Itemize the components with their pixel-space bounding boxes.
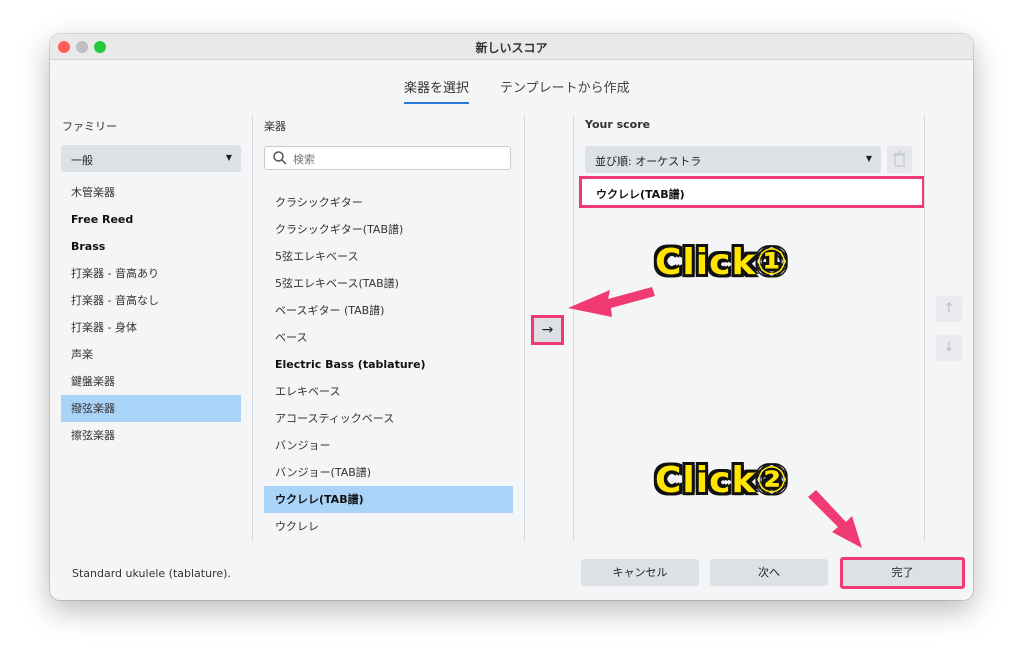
instrument-item[interactable]: エレキベース (264, 378, 513, 405)
done-button[interactable]: 完了 (840, 557, 965, 589)
score-instrument-label: ウクレレ(TAB譜) (596, 188, 685, 201)
instrument-item[interactable]: 5弦エレキベース (264, 243, 513, 270)
instrument-item[interactable]: 5弦エレキベース(TAB譜) (264, 270, 513, 297)
click-1-annotation: Click① (655, 242, 788, 283)
new-score-dialog: 新しいスコア 楽器を選択 テンプレートから作成 ファミリー 一般 ▼ 木管楽器 … (50, 34, 973, 600)
instrument-item[interactable]: クラシックギター (264, 189, 513, 216)
family-list: 木管楽器 Free Reed Brass 打楽器 - 音高あり 打楽器 - 音高… (61, 179, 241, 449)
cancel-button[interactable]: キャンセル (581, 559, 699, 586)
family-item[interactable]: 打楽器 - 音高あり (61, 260, 241, 287)
instruments-heading: 楽器 (264, 120, 286, 133)
instrument-item[interactable]: ベースギター (TAB譜) (264, 297, 513, 324)
instrument-item-selected[interactable]: ウクレレ(TAB譜) (264, 486, 513, 513)
instrument-item[interactable]: ベース (264, 324, 513, 351)
instrument-item[interactable]: バンジョー(TAB譜) (264, 459, 513, 486)
order-dropdown[interactable]: 並び順: オーケストラ ▼ (585, 146, 881, 173)
chevron-down-icon: ▼ (225, 153, 232, 162)
family-item[interactable]: 擦弦楽器 (61, 422, 241, 449)
search-input[interactable] (291, 150, 495, 168)
window-title: 新しいスコア (475, 41, 548, 55)
move-down-button[interactable]: ↓ (936, 335, 962, 361)
instrument-item[interactable]: Electric Bass (tablature) (264, 351, 513, 378)
instrument-item[interactable]: アコースティックベース (264, 405, 513, 432)
column-divider (573, 116, 574, 541)
dialog-tabs: 楽器を選択 テンプレートから作成 (50, 74, 973, 104)
instrument-item[interactable]: クラシックギター(TAB譜) (264, 216, 513, 243)
family-item[interactable]: 打楽器 - 音高なし (61, 287, 241, 314)
click-2-annotation: Click② (655, 460, 788, 501)
search-icon (273, 151, 287, 165)
family-item[interactable]: 声楽 (61, 341, 241, 368)
family-item[interactable]: Brass (61, 233, 241, 260)
family-item[interactable]: 木管楽器 (61, 179, 241, 206)
tab-create-from-template[interactable]: テンプレートから作成 (500, 77, 630, 102)
order-dropdown-value: 並び順: オーケストラ (595, 155, 702, 168)
instrument-list: クラシックギター クラシックギター(TAB譜) 5弦エレキベース 5弦エレキベー… (264, 189, 513, 540)
column-divider (524, 116, 525, 541)
title-bar: 新しいスコア (50, 34, 973, 60)
instrument-description: Standard ukulele (tablature). (72, 567, 231, 580)
instrument-item[interactable]: バンジョー (264, 432, 513, 459)
family-dropdown[interactable]: 一般 ▼ (61, 145, 241, 172)
chevron-down-icon: ▼ (865, 154, 872, 163)
family-dropdown-value: 一般 (71, 154, 93, 167)
instrument-item[interactable]: ウクレレ (264, 513, 513, 540)
move-up-button[interactable]: ↑ (936, 296, 962, 322)
your-score-heading: Your score (585, 118, 651, 131)
next-button[interactable]: 次へ (710, 559, 828, 586)
tab-choose-instruments[interactable]: 楽器を選択 (404, 77, 470, 104)
add-to-score-button[interactable]: → (531, 315, 564, 345)
column-divider (252, 116, 253, 541)
family-item-selected[interactable]: 撥弦楽器 (61, 395, 241, 422)
trash-icon (893, 151, 906, 167)
delete-button[interactable] (887, 146, 912, 173)
family-item[interactable]: Free Reed (61, 206, 241, 233)
family-heading: ファミリー (62, 120, 117, 133)
family-item[interactable]: 打楽器 - 身体 (61, 314, 241, 341)
score-instrument-item[interactable]: ウクレレ(TAB譜) (579, 176, 925, 208)
instrument-search[interactable] (264, 146, 511, 170)
family-item[interactable]: 鍵盤楽器 (61, 368, 241, 395)
column-divider (924, 116, 925, 541)
